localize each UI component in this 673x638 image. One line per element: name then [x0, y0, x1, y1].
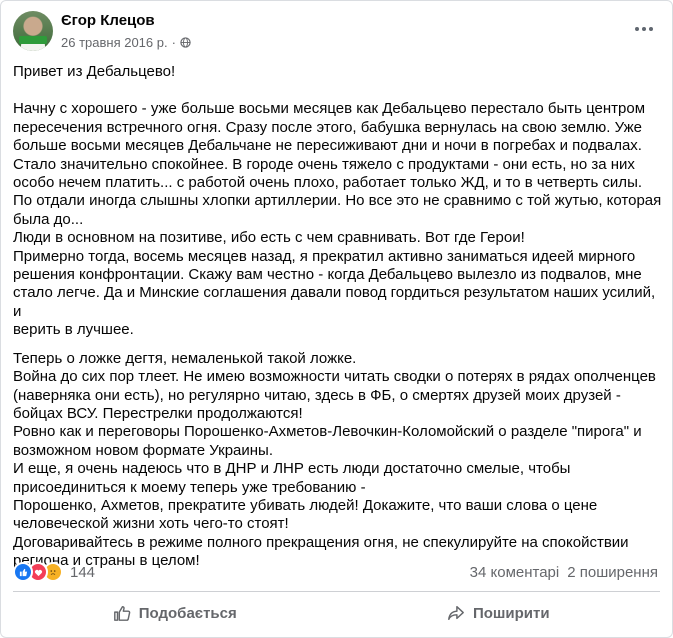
post-card: Єгор Клецов 26 травня 2016 р. · Привет и… — [0, 0, 673, 638]
post-text-line: возможном новом формате Украины. — [13, 441, 274, 459]
post-header: Єгор Клецов 26 травня 2016 р. · — [11, 9, 662, 55]
post-text-line: человеческой жизни хоть чего-то стоят! — [13, 515, 289, 533]
post-text-line: стало легче. Да и Минские соглашения дав… — [13, 284, 656, 320]
post-text-line: Люди в основном на позитиве, ибо есть с … — [13, 229, 525, 247]
post-text-line: Привет из Дебальцево! — [13, 63, 176, 80]
post-text-line: (наверняка они есть), но регулярно читаю… — [13, 386, 621, 404]
post-text-line: особо нечем платить... с работой очень п… — [13, 174, 643, 192]
share-arrow-icon — [448, 605, 464, 621]
post-text-line: Стало значительно спокойнее. В городе оч… — [13, 155, 635, 173]
like-button-label: Подобається — [138, 604, 237, 622]
post-text-line: Примерно тогда, восемь месяцев назад, я … — [13, 247, 636, 265]
post-text-line: Договаривайтесь в режиме полного прекращ… — [13, 533, 629, 551]
like-button[interactable]: Подобається — [13, 595, 337, 631]
actions-divider — [13, 591, 660, 592]
engagement-stats: 34 коментарі 2 поширення — [470, 564, 658, 581]
reactions-count[interactable]: 144 — [70, 564, 95, 581]
share-button-label: Поширити — [472, 604, 550, 622]
shares-count[interactable]: 2 поширення — [567, 564, 658, 581]
more-options-icon[interactable] — [630, 19, 658, 39]
post-text-line: присоединиться к моему теперь уже требов… — [13, 478, 366, 496]
thumbs-up-icon — [113, 605, 131, 621]
post-stats: 144 34 коментарі 2 поширення — [13, 561, 658, 583]
meta-separator: · — [171, 35, 176, 50]
post-text-line: пересечения встречного огня. Сразу после… — [13, 118, 643, 136]
post-text-line: верить в лучшее. — [13, 321, 134, 339]
share-button[interactable]: Поширити — [337, 595, 661, 631]
globe-icon[interactable] — [180, 37, 191, 48]
post-text-line: Теперь о ложке дегтя, немаленькой такой … — [13, 349, 357, 367]
post-text-line: Война до сих пор тлеет. Не имею возможно… — [13, 368, 656, 386]
reactions-summary[interactable]: 144 — [13, 562, 95, 582]
post-text-line: бойцах ВСУ. Перестрелки продолжаются! — [13, 404, 303, 422]
post-text-line: больше восьми месяцев Дебальчане не пере… — [13, 137, 642, 155]
post-text-line: И еще, я очень надеюсь что в ДНР и ЛНР е… — [13, 460, 571, 478]
author-name[interactable]: Єгор Клецов — [61, 12, 155, 29]
avatar[interactable] — [13, 11, 53, 51]
post-text-line: По отдали иногда слышны хлопки артиллери… — [13, 192, 662, 210]
post-text-line: Порошенко, Ахметов, прекратите убивать л… — [13, 496, 598, 514]
avatar-badge — [19, 36, 47, 44]
like-icon — [13, 562, 33, 582]
post-text-line: Ровно как и переговоры Порошенко-Ахметов… — [13, 423, 642, 441]
post-date[interactable]: 26 травня 2016 р. — [61, 35, 168, 50]
post-text-line: решения конфронтации. Скажу вам честно -… — [13, 266, 642, 284]
post-body: Привет из Дебальцево! Начну с хорошего - … — [13, 63, 665, 571]
post-text-line: Начну с хорошего - уже больше восьми мес… — [13, 100, 646, 118]
post-text-line: была до... — [13, 210, 84, 228]
comments-count[interactable]: 34 коментарі — [470, 564, 560, 581]
post-meta: 26 травня 2016 р. · — [61, 35, 191, 50]
post-actions: Подобається Поширити — [13, 595, 660, 631]
